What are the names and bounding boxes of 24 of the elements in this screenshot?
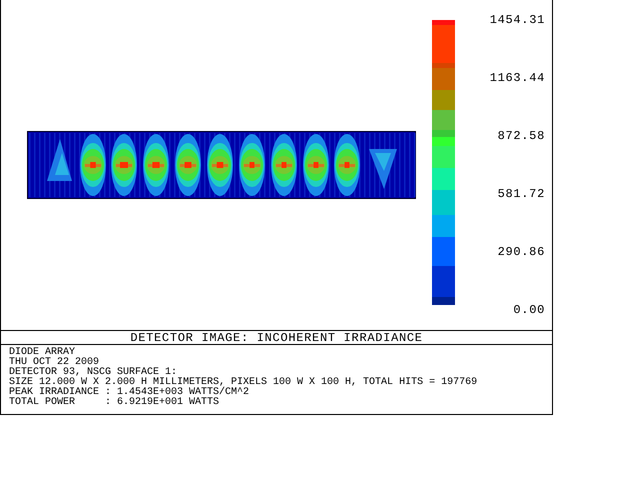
info-line: THU OCT 22 2009 [9,358,100,368]
info-line: TOTAL POWER : 6.9219E+001 WATTS [9,398,220,408]
info-line: DETECTOR 93, NSCG SURFACE 1: [9,368,178,378]
irradiance-spot [207,134,233,196]
irradiance-spot [80,134,106,196]
info-line: PEAK IRRADIANCE : 1.4543E+003 WATTS/CM^2 [9,388,250,398]
info-line: SIZE 12.000 W X 2.000 H MILLIMETERS, PIXELS 100 W X 100 H, TOTAL HITS = 197769 [9,378,478,388]
chart-title: DETECTOR IMAGE: INCOHERENT IRRADIANCE [130,332,423,344]
scale-label: 0.00 [513,302,545,318]
irradiance-spot [271,134,297,196]
scale-label: 1454.31 [490,12,545,28]
scale-label: 581.72 [498,186,545,202]
irradiance-spot [175,134,201,196]
scale-label: 290.86 [498,244,545,260]
triangle-spot [369,149,397,189]
irradiance-spot [143,134,169,196]
triangle-spot [47,139,72,181]
irradiance-spot [239,134,265,196]
irradiance-spot [334,134,360,196]
scale-label: 872.58 [498,128,545,144]
irradiance-spot [111,134,137,196]
irradiance-spot [303,134,329,196]
scale-label: 1163.44 [490,70,545,86]
info-line: DIODE ARRAY [9,348,76,358]
